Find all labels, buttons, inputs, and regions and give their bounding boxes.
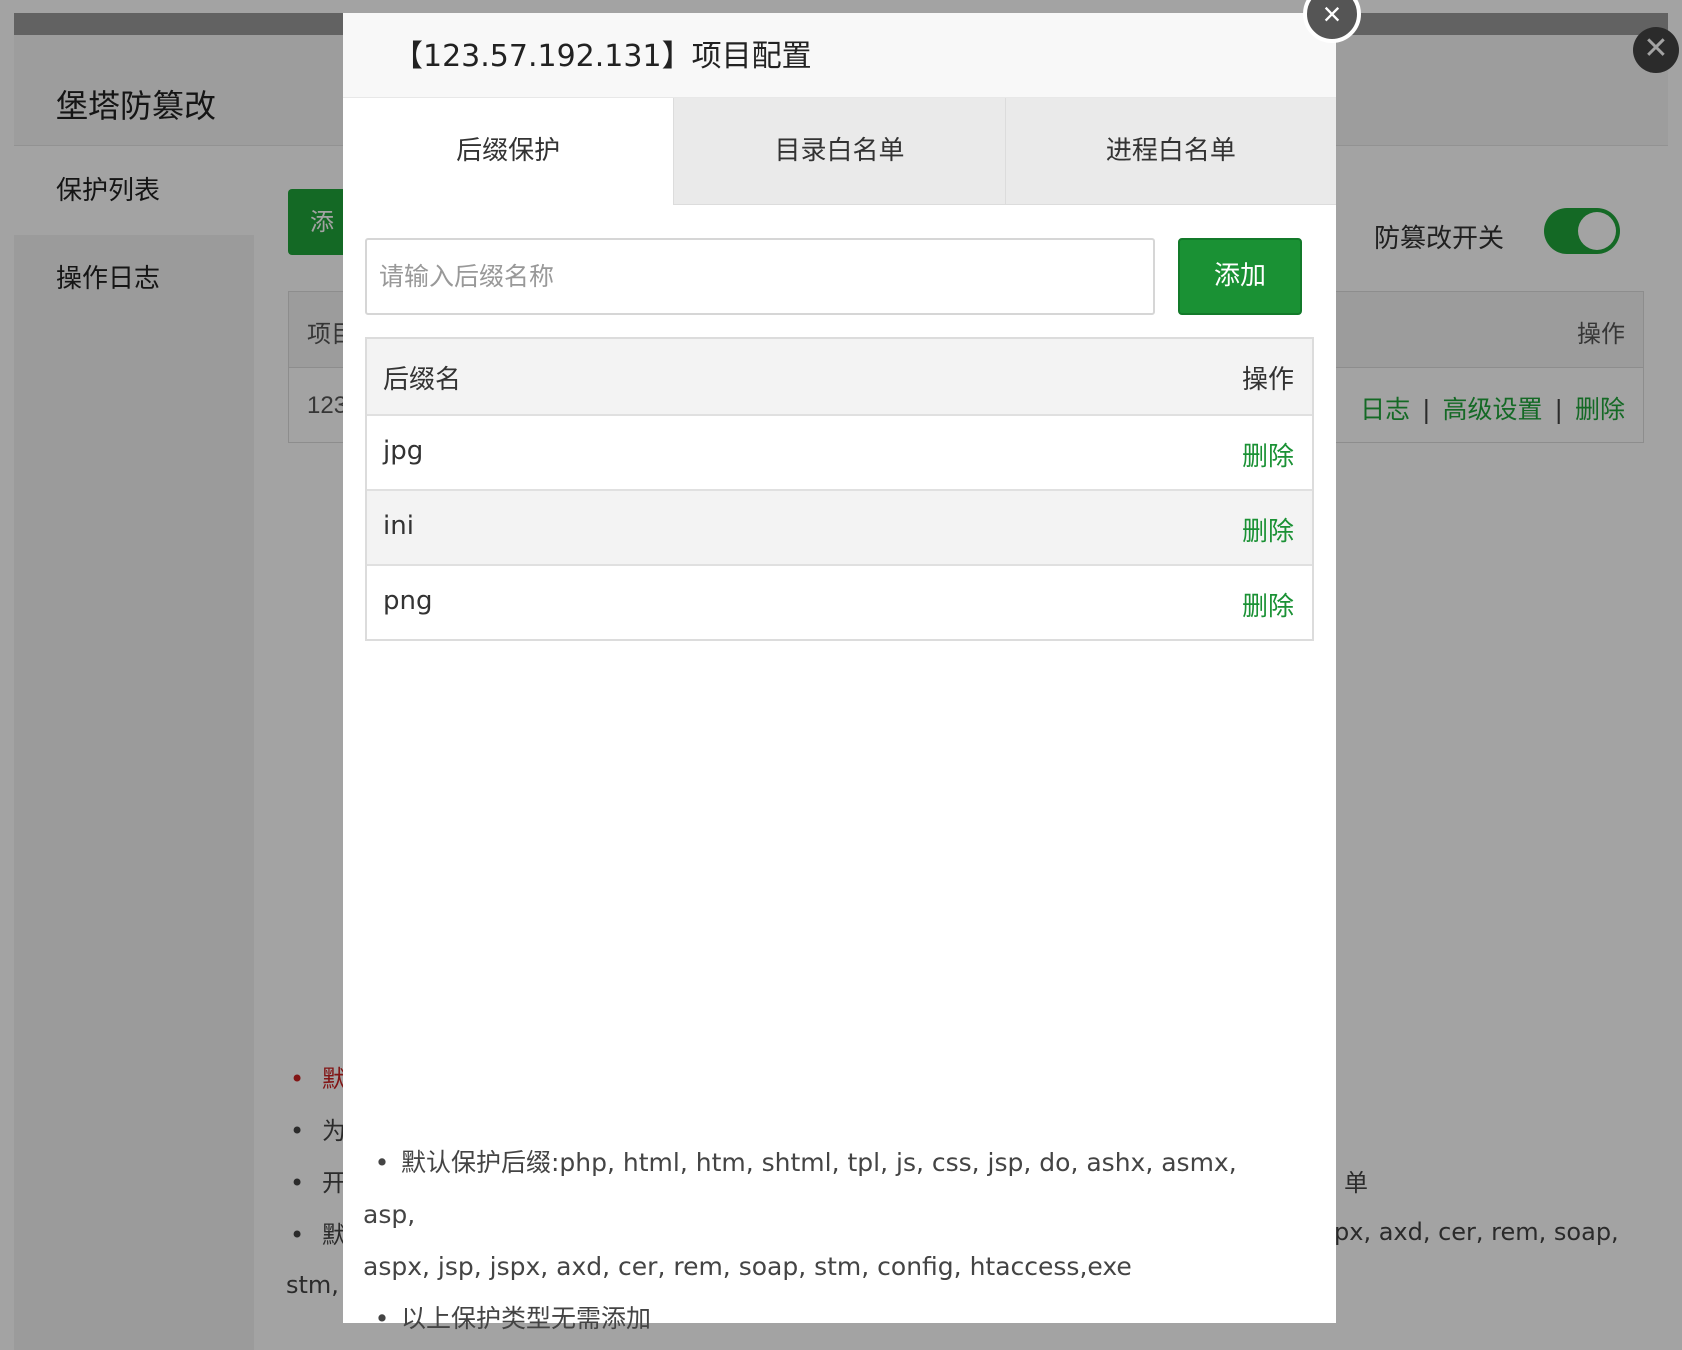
- suffix-name: png: [383, 586, 433, 616]
- column-suffix-name: 后缀名: [383, 365, 462, 395]
- suffix-input[interactable]: [365, 238, 1155, 315]
- suffix-table: 后缀名 操作 jpg 删除 ini 删除 png 删除: [365, 337, 1314, 641]
- note-no-need-add: 以上保护类型无需添加: [401, 1304, 652, 1333]
- delete-link[interactable]: 删除: [1242, 511, 1294, 548]
- project-config-modal: 【123.57.192.131】项目配置 × 后缀保护 目录白名单 进程白名单 …: [343, 0, 1361, 1333]
- suffix-name: jpg: [383, 436, 424, 466]
- table-row: jpg 删除: [367, 414, 1312, 489]
- tab-suffix-protection[interactable]: 后缀保护: [343, 98, 674, 205]
- note-default-suffix: 默认保护后缀:php, html, htm, shtml, tpl, js, c…: [363, 1148, 1237, 1229]
- modal-title: 【123.57.192.131】项目配置: [393, 39, 812, 74]
- modal-header: 【123.57.192.131】项目配置: [343, 13, 1336, 98]
- bullet-icon: •: [374, 1304, 390, 1333]
- tab-directory-whitelist[interactable]: 目录白名单: [673, 98, 1005, 205]
- note-item: • 默认保护后缀:php, html, htm, shtml, tpl, js, …: [363, 1137, 1293, 1241]
- table-row: png 删除: [367, 564, 1312, 639]
- tab-process-whitelist[interactable]: 进程白名单: [1004, 98, 1336, 205]
- note-item-continued: aspx, jsp, jspx, axd, cer, rem, soap, st…: [363, 1252, 1132, 1281]
- add-button[interactable]: 添加: [1178, 238, 1302, 315]
- column-operation: 操作: [1241, 365, 1294, 395]
- bullet-icon: •: [374, 1148, 390, 1177]
- suffix-name: ini: [383, 511, 414, 541]
- note-item: • 以上保护类型无需添加: [363, 1293, 1293, 1345]
- table-header: 后缀名 操作: [367, 339, 1312, 414]
- delete-link[interactable]: 删除: [1242, 436, 1294, 473]
- modal-notes: • 默认保护后缀:php, html, htm, shtml, tpl, js, …: [363, 1137, 1293, 1345]
- tab-bar: 后缀保护 目录白名单 进程白名单: [343, 98, 1336, 205]
- table-row: ini 删除: [367, 489, 1312, 564]
- delete-link[interactable]: 删除: [1242, 586, 1294, 623]
